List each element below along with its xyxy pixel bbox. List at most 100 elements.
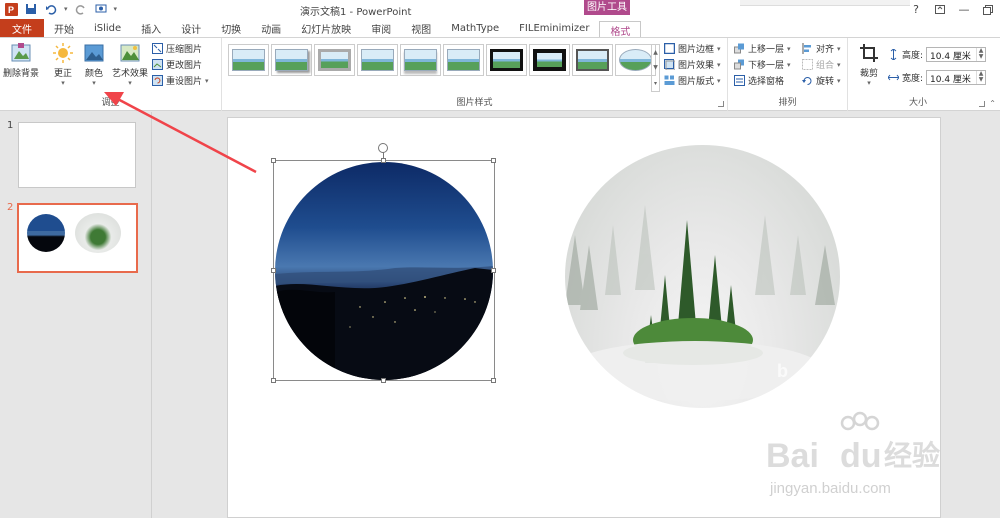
picture-border-button[interactable]: 图片边框 ▾ [664, 42, 721, 55]
tab-format[interactable]: 格式 [599, 21, 642, 38]
picture-style-7[interactable] [486, 44, 527, 76]
tab-islide[interactable]: iSlide [84, 19, 131, 37]
selection-pane-button[interactable]: 选择窗格 [734, 74, 784, 87]
tab-insert[interactable]: 插入 [131, 19, 171, 37]
slide-thumbnail-1[interactable] [18, 122, 136, 188]
width-input[interactable]: 10.4 厘米 ▲ ▼ [926, 70, 986, 85]
tab-file[interactable]: 文件 [0, 19, 44, 37]
picture-style-8[interactable] [529, 44, 570, 76]
picture-effects-button[interactable]: 图片效果 ▾ [664, 58, 721, 71]
picture-tools-context-label: 图片工具 [584, 0, 630, 15]
resize-handle-e[interactable] [491, 268, 496, 273]
picture-style-10[interactable] [615, 44, 656, 76]
height-spinner[interactable]: ▲ ▼ [976, 48, 985, 61]
picture-style-6[interactable] [443, 44, 484, 76]
rotate-button[interactable]: 旋转 ▾ [802, 74, 841, 87]
picture-layout-icon [664, 75, 675, 85]
arrange-group-label: 排列 [778, 98, 797, 108]
minimize-button[interactable]: — [952, 0, 976, 19]
crop-button[interactable]: 裁剪 ▾ [854, 42, 884, 87]
tab-transitions[interactable]: 切换 [211, 19, 251, 37]
adjust-group-label: 调整 [101, 98, 120, 108]
save-icon[interactable] [24, 2, 38, 16]
selection-box [273, 160, 495, 381]
resize-handle-w[interactable] [271, 268, 276, 273]
color-button[interactable]: 颜色 ▾ [82, 42, 106, 87]
bring-forward-button[interactable]: 上移一层 ▾ [734, 42, 791, 55]
reset-picture-button[interactable]: 重设图片 ▾ [152, 74, 209, 87]
resize-handle-nw[interactable] [271, 158, 276, 163]
image-watermark-glyph: b [777, 361, 788, 381]
restore-icon[interactable] [976, 0, 1000, 19]
ribbon-display-options-icon[interactable] [928, 0, 952, 19]
picture-styles-group-label: 图片样式 [456, 98, 493, 108]
tab-fileminimizer[interactable]: FILEminimizer [509, 19, 599, 37]
slide-number-2: 2 [7, 202, 14, 213]
tab-review[interactable]: 审阅 [361, 19, 401, 37]
styles-gallery-scroll[interactable]: ▲ ▼ ▾ [651, 44, 660, 92]
picture-styles-launcher-icon[interactable] [718, 101, 724, 107]
artistic-effects-icon [120, 44, 140, 62]
undo-dropdown-icon[interactable]: ▾ [64, 5, 68, 13]
width-spinner[interactable]: ▲ ▼ [976, 71, 985, 84]
group-icon [802, 59, 813, 70]
group-button[interactable]: 组合 ▾ [802, 58, 841, 71]
picture-style-4[interactable] [357, 44, 398, 76]
thumb-forest-circle [75, 213, 121, 253]
svg-text:P: P [8, 5, 14, 15]
compress-icon [152, 43, 163, 54]
size-group: 裁剪 ▾ 高度: 10.4 厘米 ▲ ▼ 宽度: 10.4 厘米 ▲ ▼ 大小 [848, 38, 988, 111]
svg-text:du: du [840, 437, 882, 475]
quick-access-toolbar: P ▾ ▾ [4, 2, 117, 16]
tab-home[interactable]: 开始 [44, 19, 84, 37]
customize-qat-icon[interactable]: ▾ [114, 5, 118, 13]
send-backward-button[interactable]: 下移一层 ▾ [734, 58, 791, 71]
start-slideshow-icon[interactable] [94, 2, 108, 16]
redo-icon[interactable] [74, 2, 88, 16]
bring-forward-icon [734, 43, 744, 54]
picture-style-3[interactable] [314, 44, 355, 76]
tab-design[interactable]: 设计 [171, 19, 211, 37]
reset-picture-icon [152, 75, 163, 86]
align-button[interactable]: 对齐 ▾ [802, 42, 841, 55]
tab-slideshow[interactable]: 幻灯片放映 [291, 19, 361, 37]
resize-handle-se[interactable] [491, 378, 496, 383]
undo-icon[interactable] [44, 2, 58, 16]
size-launcher-icon[interactable] [979, 101, 985, 107]
reset-dropdown-icon: ▾ [205, 76, 209, 85]
height-input[interactable]: 10.4 厘米 ▲ ▼ [926, 47, 986, 62]
corrections-dropdown-icon: ▾ [61, 79, 65, 87]
slide-thumbnail-2[interactable] [17, 203, 138, 273]
change-picture-button[interactable]: 更改图片 [152, 58, 202, 71]
crop-icon [860, 44, 878, 62]
collapse-ribbon-icon[interactable]: ⌃ [989, 99, 996, 108]
width-icon [888, 74, 899, 81]
misty-forest-picture[interactable]: b [565, 145, 840, 408]
picture-layout-button[interactable]: 图片版式 ▾ [664, 74, 721, 87]
tab-animations[interactable]: 动画 [251, 19, 291, 37]
remove-background-button[interactable]: 删除背景 [2, 42, 40, 79]
compress-pictures-button[interactable]: 压缩图片 [152, 42, 202, 55]
picture-style-2[interactable] [271, 44, 312, 76]
corrections-button[interactable]: 更正 ▾ [50, 42, 76, 87]
account-area [740, 0, 910, 6]
tab-view[interactable]: 视图 [401, 19, 441, 37]
window-title: 演示文稿1 - PowerPoint [300, 7, 412, 18]
tab-mathtype[interactable]: MathType [441, 19, 509, 37]
resize-handle-n[interactable] [381, 158, 386, 163]
svg-text:Bai: Bai [766, 437, 819, 475]
picture-style-9[interactable] [572, 44, 613, 76]
resize-handle-ne[interactable] [491, 158, 496, 163]
resize-handle-s[interactable] [381, 378, 386, 383]
picture-style-1[interactable] [228, 44, 269, 76]
picture-color-icon [84, 44, 104, 62]
forest-scene-graphic: b [565, 205, 835, 401]
resize-handle-sw[interactable] [271, 378, 276, 383]
sun-icon [53, 43, 73, 63]
help-button[interactable]: ? [904, 0, 928, 19]
svg-text:经验: 经验 [884, 439, 940, 471]
picture-border-icon [664, 43, 675, 54]
artistic-effects-button[interactable]: 艺术效果 ▾ [110, 42, 150, 87]
picture-style-5[interactable] [400, 44, 441, 76]
remove-background-icon [11, 43, 31, 62]
